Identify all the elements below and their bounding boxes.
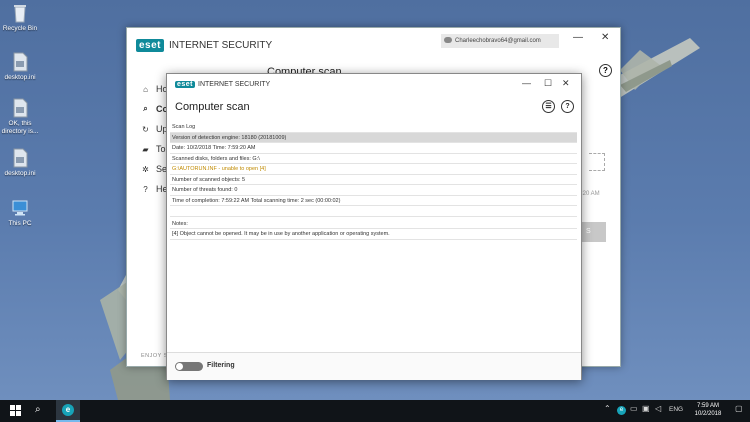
log-row[interactable]: [4] Object cannot be opened. It may be i…	[170, 229, 577, 240]
help-icon[interactable]: ?	[561, 100, 574, 113]
eset-app-icon: e	[62, 404, 74, 416]
desktop-icon-label: desktop.ini	[4, 170, 36, 177]
desktop-icon-label: This PC	[8, 220, 32, 227]
scan-log-dialog: eset INTERNET SECURITY — ☐ ✕ Computer sc…	[166, 73, 582, 380]
filtering-toggle[interactable]	[175, 362, 203, 371]
usb-icon[interactable]: ▭	[630, 404, 638, 413]
language-indicator[interactable]: ENG	[669, 406, 683, 413]
main-title-bar: eset INTERNET SECURITY Charleechobravo64…	[127, 28, 620, 64]
eset-tray-icon[interactable]: e	[617, 406, 626, 415]
update-icon: ↻	[142, 124, 149, 134]
file-icon	[11, 52, 29, 72]
dialog-title: Computer scan	[175, 101, 250, 113]
sidebar-item-update[interactable]: ↻ Up	[141, 124, 167, 134]
file-icon	[11, 148, 29, 168]
search-icon[interactable]: ⌕	[35, 404, 41, 415]
close-button[interactable]: ✕	[601, 32, 609, 43]
taskbar: ⌕ e ⌃ e ▭ ▣ ◁ ENG 7:59 AM 10/2/2018 ▢	[0, 400, 750, 422]
minimize-button[interactable]: —	[522, 78, 531, 88]
sidebar-item-home[interactable]: ⌂ Ho	[141, 84, 167, 94]
desktop-icon-ok-this-directory[interactable]: OK, this directory is...	[0, 98, 42, 136]
file-icon	[11, 98, 29, 118]
log-row[interactable]: Scan Log	[170, 122, 577, 133]
desktop-icon-recycle-bin[interactable]: Recycle Bin	[0, 3, 42, 33]
background-time-text: :20 AM	[581, 191, 600, 197]
cloud-icon	[444, 37, 452, 43]
chevron-up-icon[interactable]: ⌃	[604, 404, 611, 413]
close-button[interactable]: ✕	[562, 78, 570, 89]
product-name: INTERNET SECURITY	[169, 40, 273, 51]
notifications-icon[interactable]: ▢	[735, 404, 743, 413]
search-icon: ⌕	[143, 104, 148, 113]
taskbar-app-eset[interactable]: e	[56, 400, 80, 422]
help-icon[interactable]: ?	[599, 64, 612, 77]
clock-time: 7:59 AM	[696, 403, 719, 409]
desktop-icon-desktop-ini-1[interactable]: desktop.ini	[0, 52, 42, 82]
product-name: INTERNET SECURITY	[198, 81, 271, 88]
sidebar-item-setup[interactable]: ✲ Se	[141, 164, 167, 174]
home-icon: ⌂	[143, 84, 148, 94]
log-row-selected[interactable]: Version of detection engine: 18180 (2018…	[170, 132, 577, 143]
drop-target[interactable]	[589, 153, 605, 171]
network-icon[interactable]: ▣	[642, 404, 650, 413]
account-button[interactable]: Charleechobravo64@gmail.com	[441, 34, 559, 48]
recycle-bin-icon	[11, 3, 29, 23]
dialog-footer: Filtering	[167, 352, 581, 380]
maximize-button[interactable]: ☐	[544, 78, 552, 89]
toolbox-icon: ▰	[142, 144, 149, 154]
desktop-icon-label: Recycle Bin	[2, 25, 38, 32]
toggle-knob	[176, 363, 183, 370]
eset-logo: eset INTERNET SECURITY	[136, 39, 272, 52]
background-button[interactable]: S	[582, 222, 606, 242]
eset-badge: eset	[136, 39, 165, 52]
sidebar-item-tools[interactable]: ▰ To	[141, 144, 166, 154]
desktop-icon-label: OK, this directory is...	[1, 120, 39, 135]
desktop-icon-this-pc[interactable]: This PC	[0, 198, 42, 228]
desktop-icon-label: desktop.ini	[4, 74, 36, 81]
log-row-warning[interactable]: G:\AUTORUN.INF - unable to open [4]	[170, 164, 577, 175]
clock[interactable]: 7:59 AM 10/2/2018	[688, 402, 728, 418]
log-row[interactable]: Number of scanned objects: 5	[170, 175, 577, 185]
start-button[interactable]	[10, 405, 22, 417]
sidebar-item-label: To	[156, 144, 166, 154]
log-row[interactable]: Scanned disks, folders and files: G:\	[170, 154, 577, 164]
filtering-label: Filtering	[207, 362, 235, 369]
log-row[interactable]: Date: 10/2/2018 Time: 7:59:20 AM	[170, 143, 577, 154]
sidebar-item-computer-scan[interactable]: ⌕ Co	[141, 104, 168, 114]
log-row[interactable]: Notes:	[170, 219, 577, 229]
help-icon: ?	[143, 184, 148, 194]
log-row-empty[interactable]	[170, 206, 577, 217]
scan-log-list: Scan Log Version of detection engine: 18…	[170, 122, 577, 240]
gear-icon: ✲	[142, 164, 149, 174]
eset-logo: eset INTERNET SECURITY	[175, 81, 270, 88]
account-email: Charleechobravo64@gmail.com	[455, 38, 541, 44]
clock-date: 10/2/2018	[694, 411, 722, 417]
eset-badge: eset	[175, 81, 196, 88]
sidebar-item-help[interactable]: ? He	[141, 184, 167, 194]
desktop-icon-desktop-ini-2[interactable]: desktop.ini	[0, 148, 42, 178]
volume-icon[interactable]: ◁	[655, 404, 661, 413]
list-icon[interactable]: ☰	[542, 100, 555, 113]
log-row[interactable]: Number of threats found: 0	[170, 185, 577, 196]
minimize-button[interactable]: —	[573, 32, 583, 43]
computer-icon	[11, 198, 29, 218]
log-row[interactable]: Time of completion: 7:59:22 AM Total sca…	[170, 196, 577, 206]
